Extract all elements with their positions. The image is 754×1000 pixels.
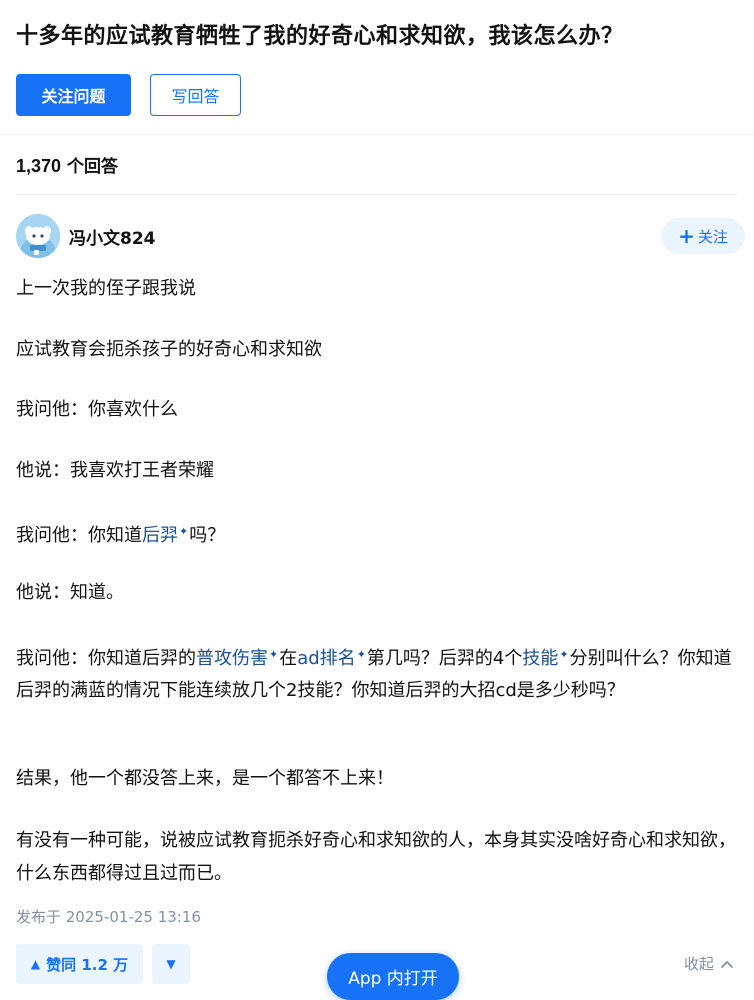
paragraph: 有没有一种可能，说被应试教育扼杀好奇心和求知欲的人，本身其实没啥好奇心和求知欲，… [16, 830, 736, 884]
answer-count: 1,370 个回答 [16, 152, 118, 177]
text-segment: 我问他：你知道后羿的 [16, 648, 196, 669]
divider [0, 134, 754, 135]
collapse-button[interactable]: 收起 [684, 953, 734, 974]
keyword-link[interactable]: 普攻伤害 [196, 648, 268, 669]
follow-author-button[interactable]: + 关注 [661, 218, 745, 254]
paragraph: 结果，他一个都没答上来，是一个都答不上来！ [16, 768, 394, 789]
write-answer-button[interactable]: 写回答 [150, 74, 241, 116]
sparkle-icon: ✦ [179, 525, 189, 538]
triangle-up-icon: ▲ [30, 957, 41, 971]
paragraph: 我问他：你喜欢什么 [16, 399, 178, 420]
collapse-label: 收起 [684, 955, 715, 973]
paragraph: 我问他：你知道后羿✦吗？ [16, 516, 225, 551]
vote-down-button[interactable]: ▼ [152, 944, 190, 984]
paragraph: 我问他：你知道后羿的普攻伤害✦在ad排名✦第几吗？后羿的4个技能✦分别叫什么？你… [16, 639, 738, 706]
sparkle-icon: ✦ [269, 648, 279, 661]
text-segment: 在 [279, 648, 298, 669]
vote-up-button[interactable]: ▲ 赞同 1.2 万 [16, 944, 143, 984]
paragraph: 他说：知道。 [16, 582, 124, 603]
answer-count-number: 1,370 [16, 156, 62, 176]
open-in-app-button[interactable]: App 内打开 [327, 953, 459, 1000]
paragraph: 他说：我喜欢打王者荣耀 [16, 460, 214, 481]
keyword-link[interactable]: ad排名 [297, 648, 355, 669]
plus-icon: + [678, 224, 695, 248]
answer-count-suffix: 个回答 [61, 157, 118, 177]
avatar-image [16, 214, 60, 258]
triangle-down-icon: ▼ [166, 957, 176, 971]
sparkle-icon: ✦ [356, 648, 366, 661]
vote-up-label: 赞同 1.2 万 [46, 955, 129, 974]
sparkle-icon: ✦ [559, 648, 569, 661]
question-title: 十多年的应试教育牺牲了我的好奇心和求知欲，我该怎么办？ [16, 24, 624, 49]
chevron-up-icon [721, 960, 733, 968]
avatar[interactable] [16, 214, 60, 258]
text-segment: 第几吗？后羿的4个 [366, 648, 523, 669]
follow-question-button[interactable]: 关注问题 [16, 74, 131, 116]
author-name[interactable]: 冯小文824 [69, 224, 156, 249]
keyword-link[interactable]: 技能 [522, 648, 558, 669]
text-segment: 我问他：你知道 [16, 525, 142, 546]
keyword-link[interactable]: 后羿 [142, 525, 178, 546]
divider [16, 194, 738, 195]
paragraph: 应试教育会扼杀孩子的好奇心和求知欲 [16, 339, 322, 360]
text-segment: 吗？ [189, 525, 226, 546]
follow-author-label: 关注 [697, 227, 728, 246]
paragraph: 上一次我的侄子跟我说 [16, 278, 196, 299]
publish-time: 发布于 2025-01-25 13:16 [16, 908, 201, 926]
